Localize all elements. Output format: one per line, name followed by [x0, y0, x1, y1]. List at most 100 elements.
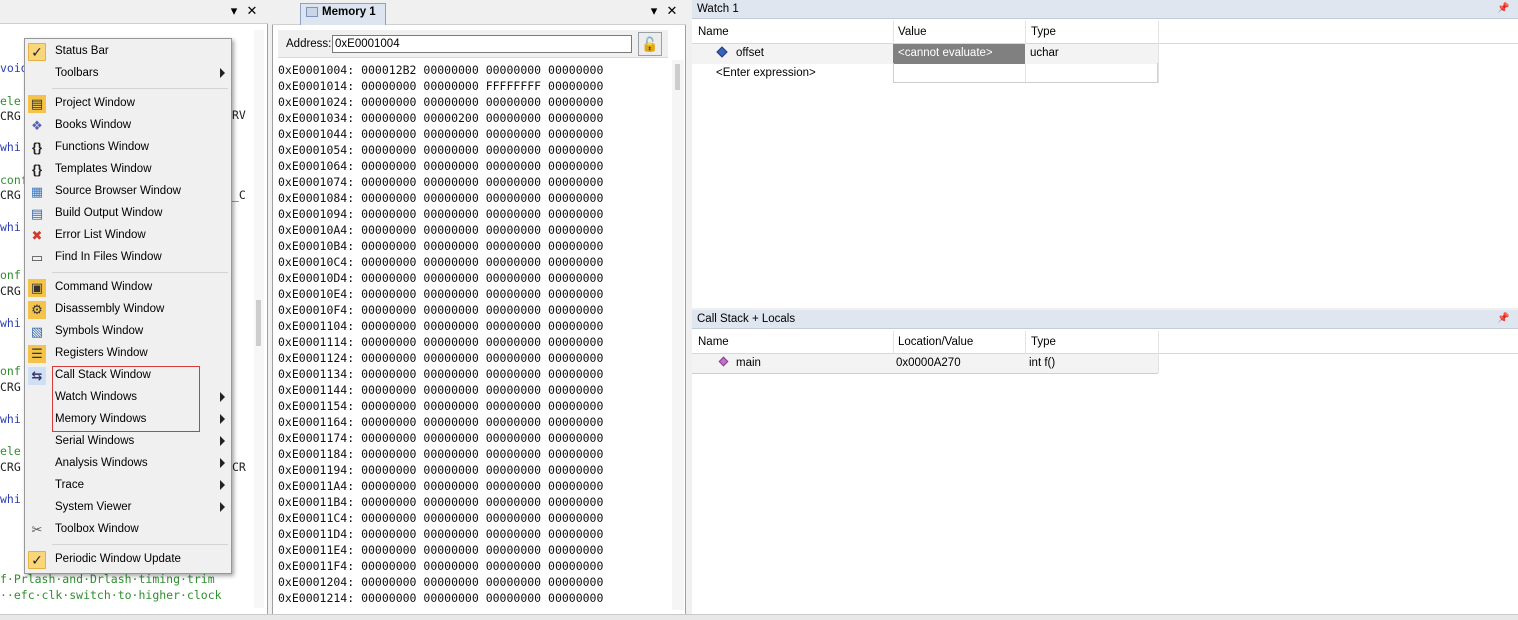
memory-row[interactable]: 0xE0001124: 00000000 00000000 00000000 0… — [278, 350, 603, 366]
memory-row[interactable]: 0xE0001034: 00000000 00000200 00000000 0… — [278, 110, 603, 126]
menu-separator — [52, 544, 228, 545]
callstack-col-type[interactable]: Type — [1031, 331, 1056, 354]
memory-row[interactable]: 0xE0001014: 00000000 00000000 FFFFFFFF 0… — [278, 78, 603, 94]
menu-item-system-viewer[interactable]: System Viewer — [25, 497, 229, 519]
watch-col-name[interactable]: Name — [698, 21, 729, 44]
menu-item-label: Symbols Window — [55, 325, 144, 337]
column-divider — [1158, 331, 1159, 373]
menu-item-disassembly-window[interactable]: ⚙ Disassembly Window — [25, 299, 229, 321]
editor-scroll-thumb[interactable] — [256, 300, 261, 346]
dropdown-arrow-icon[interactable]: ▾ — [226, 3, 242, 19]
memory-row[interactable]: 0xE0001204: 00000000 00000000 00000000 0… — [278, 574, 603, 590]
memory-scroll-thumb[interactable] — [675, 64, 680, 90]
memory-row[interactable]: 0xE0001074: 00000000 00000000 00000000 0… — [278, 174, 603, 190]
menu-separator — [52, 272, 228, 273]
status-bar — [0, 614, 1518, 620]
menu-item-label: System Viewer — [55, 501, 132, 513]
build-output-icon: ▤ — [30, 206, 44, 221]
watch-col-type[interactable]: Type — [1031, 21, 1056, 44]
memory-row[interactable]: 0xE0001054: 00000000 00000000 00000000 0… — [278, 142, 603, 158]
editor-titlebar: ▾ ✕ — [0, 0, 268, 24]
dropdown-arrow-icon[interactable]: ▾ — [646, 3, 662, 19]
submenu-arrow-icon — [220, 436, 225, 446]
enter-expression-input[interactable]: <Enter expression> — [716, 63, 816, 83]
memory-row[interactable]: 0xE0001024: 00000000 00000000 00000000 0… — [278, 94, 603, 110]
memory-row[interactable]: 0xE0001174: 00000000 00000000 00000000 0… — [278, 430, 603, 446]
memory-row[interactable]: 0xE0001214: 00000000 00000000 00000000 0… — [278, 590, 603, 606]
submenu-arrow-icon — [220, 480, 225, 490]
memory-row[interactable]: 0xE00011E4: 00000000 00000000 00000000 0… — [278, 542, 603, 558]
memory-row[interactable]: 0xE00010D4: 00000000 00000000 00000000 0… — [278, 270, 603, 286]
callstack-col-name[interactable]: Name — [698, 331, 729, 354]
memory-row[interactable]: 0xE0001194: 00000000 00000000 00000000 0… — [278, 462, 603, 478]
memory-scrollbar[interactable] — [672, 60, 684, 610]
code-fragment: CR — [232, 460, 246, 474]
menu-item-analysis-windows[interactable]: Analysis Windows — [25, 453, 229, 475]
memory-row[interactable]: 0xE0001114: 00000000 00000000 00000000 0… — [278, 334, 603, 350]
address-input[interactable]: 0xE0001004 — [332, 35, 632, 53]
memory-row[interactable]: 0xE0001164: 00000000 00000000 00000000 0… — [278, 414, 603, 430]
code-line: ele — [0, 94, 21, 108]
pin-icon[interactable]: 📌 — [1497, 313, 1509, 325]
menu-item-command-window[interactable]: ▣ Command Window — [25, 277, 229, 299]
memory-row[interactable]: 0xE0001184: 00000000 00000000 00000000 0… — [278, 446, 603, 462]
code-line: CRG — [0, 284, 21, 298]
lock-icon[interactable]: 🔓 — [638, 32, 662, 56]
memory-row[interactable]: 0xE00011C4: 00000000 00000000 00000000 0… — [278, 510, 603, 526]
menu-item-label: Error List Window — [55, 229, 146, 241]
close-icon[interactable]: ✕ — [664, 3, 680, 19]
menu-item-label: Source Browser Window — [55, 185, 181, 197]
memory-row[interactable]: 0xE0001044: 00000000 00000000 00000000 0… — [278, 126, 603, 142]
code-line: whi — [0, 412, 21, 426]
memory-row[interactable]: 0xE0001134: 00000000 00000000 00000000 0… — [278, 366, 603, 382]
enter-expression-row[interactable] — [893, 63, 1158, 83]
memory-row[interactable]: 0xE00010F4: 00000000 00000000 00000000 0… — [278, 302, 603, 318]
menu-item-periodic-window-update[interactable]: ✓ Periodic Window Update — [25, 549, 229, 571]
registers-icon: ☰ — [28, 345, 46, 363]
memory-row[interactable]: 0xE00011B4: 00000000 00000000 00000000 0… — [278, 494, 603, 510]
menu-item-label: Analysis Windows — [55, 457, 148, 469]
menu-item-error-list-window[interactable]: ✖ Error List Window — [25, 225, 229, 247]
pin-icon[interactable]: 📌 — [1497, 3, 1509, 15]
menu-item-templates-window[interactable]: {} Templates Window — [25, 159, 229, 181]
watch-name: offset — [736, 47, 764, 59]
tab-memory-1-label: Memory 1 — [322, 6, 376, 18]
memory-row[interactable]: 0xE0001004: 000012B2 00000000 00000000 0… — [278, 62, 603, 78]
menu-item-serial-windows[interactable]: Serial Windows — [25, 431, 229, 453]
memory-row[interactable]: 0xE00011F4: 00000000 00000000 00000000 0… — [278, 558, 603, 574]
code-line: whi — [0, 316, 21, 330]
watch-value[interactable]: <cannot evaluate> — [898, 43, 993, 63]
memory-row[interactable]: 0xE00010C4: 00000000 00000000 00000000 0… — [278, 254, 603, 270]
memory-row[interactable]: 0xE0001084: 00000000 00000000 00000000 0… — [278, 190, 603, 206]
menu-item-status-bar[interactable]: ✓ Status Bar — [25, 41, 229, 63]
memory-row[interactable]: 0xE0001094: 00000000 00000000 00000000 0… — [278, 206, 603, 222]
menu-item-source-browser-window[interactable]: ▦ Source Browser Window — [25, 181, 229, 203]
watch-col-value[interactable]: Value — [898, 21, 927, 44]
memory-row[interactable]: 0xE00010B4: 00000000 00000000 00000000 0… — [278, 238, 603, 254]
menu-item-label: Status Bar — [55, 45, 109, 57]
close-icon[interactable]: ✕ — [244, 3, 260, 19]
disassembly-icon: ⚙ — [28, 301, 46, 319]
check-icon: ✓ — [28, 551, 46, 569]
menu-item-toolbox-window[interactable]: ✂ Toolbox Window — [25, 519, 229, 541]
menu-item-build-output-window[interactable]: ▤ Build Output Window — [25, 203, 229, 225]
memory-row[interactable]: 0xE0001104: 00000000 00000000 00000000 0… — [278, 318, 603, 334]
menu-item-find-in-files-window[interactable]: ▭ Find In Files Window — [25, 247, 229, 269]
memory-row[interactable]: 0xE0001064: 00000000 00000000 00000000 0… — [278, 158, 603, 174]
memory-row[interactable]: 0xE00011D4: 00000000 00000000 00000000 0… — [278, 526, 603, 542]
memory-row[interactable]: 0xE00010E4: 00000000 00000000 00000000 0… — [278, 286, 603, 302]
menu-item-trace[interactable]: Trace — [25, 475, 229, 497]
menu-separator — [52, 88, 228, 89]
memory-row[interactable]: 0xE00010A4: 00000000 00000000 00000000 0… — [278, 222, 603, 238]
menu-item-books-window[interactable]: ❖ Books Window — [25, 115, 229, 137]
menu-item-registers-window[interactable]: ☰ Registers Window — [25, 343, 229, 365]
menu-item-toolbars[interactable]: Toolbars — [25, 63, 229, 85]
menu-item-symbols-window[interactable]: ▧ Symbols Window — [25, 321, 229, 343]
menu-item-project-window[interactable]: ▤ Project Window — [25, 93, 229, 115]
callstack-col-location[interactable]: Location/Value — [898, 331, 973, 354]
memory-row[interactable]: 0xE0001154: 00000000 00000000 00000000 0… — [278, 398, 603, 414]
memory-row[interactable]: 0xE00011A4: 00000000 00000000 00000000 0… — [278, 478, 603, 494]
code-line: CRG — [0, 460, 21, 474]
menu-item-functions-window[interactable]: {} Functions Window — [25, 137, 229, 159]
memory-row[interactable]: 0xE0001144: 00000000 00000000 00000000 0… — [278, 382, 603, 398]
